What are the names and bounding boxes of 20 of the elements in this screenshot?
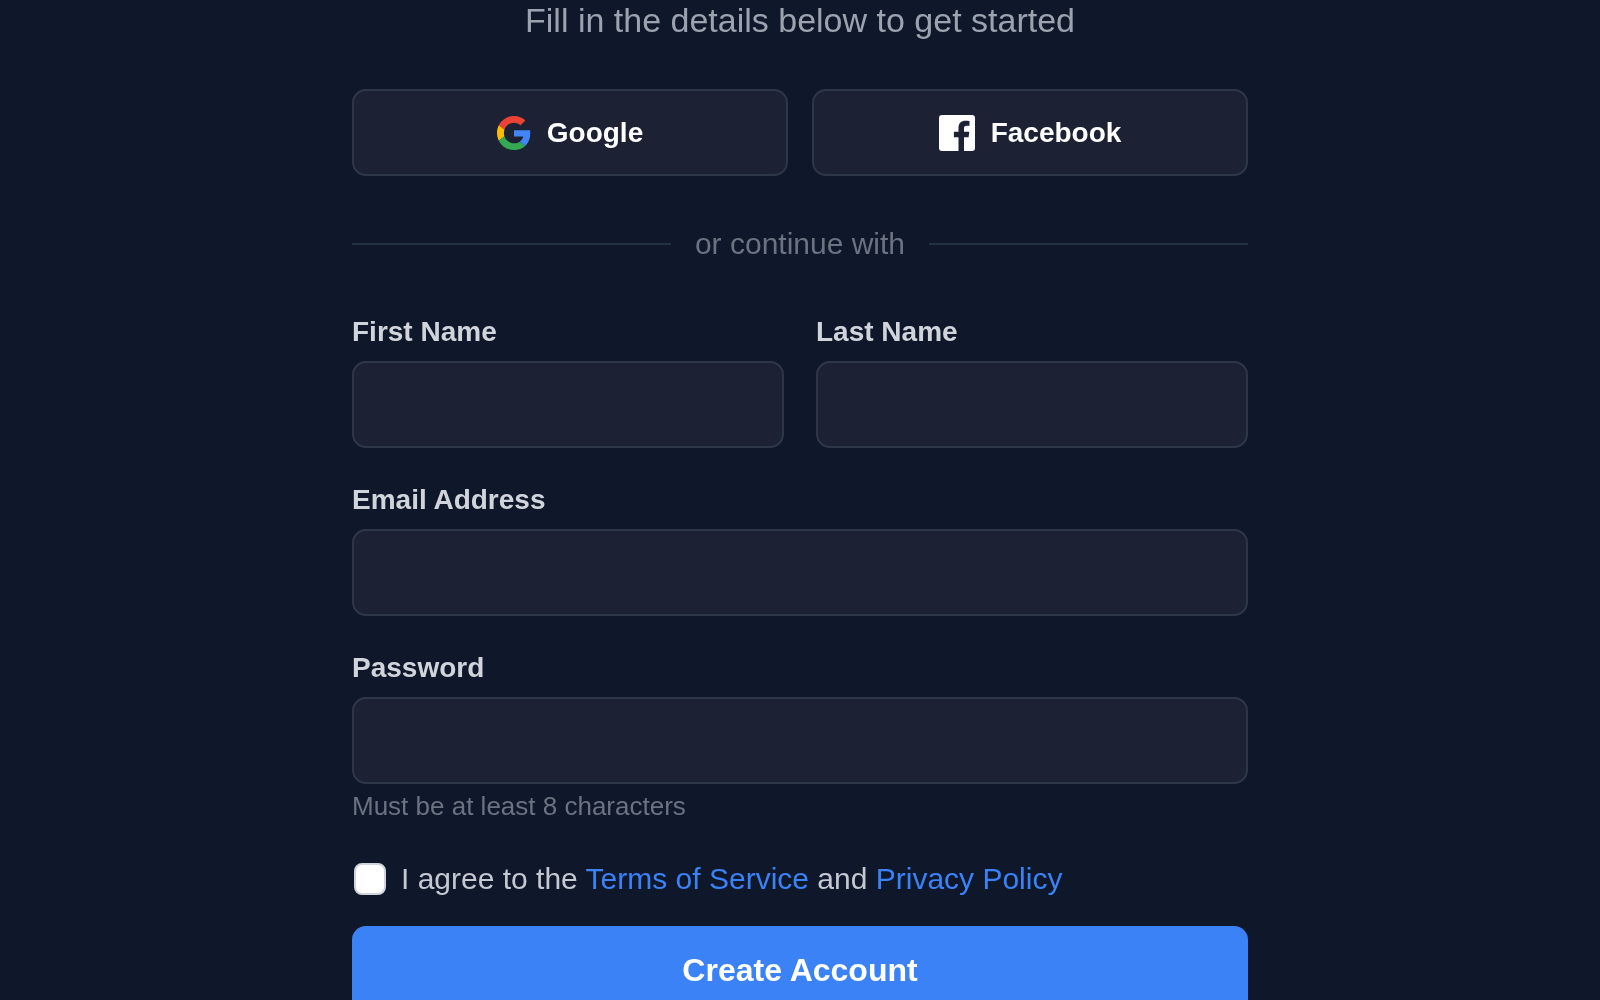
- policy-link[interactable]: Privacy Policy: [875, 862, 1063, 895]
- facebook-f-icon: [938, 114, 975, 151]
- terms-agreement-text: I agree to the Terms of Service and Privacy Policy: [401, 861, 1063, 897]
- social-login-button[interactable]: Facebook: [812, 89, 1248, 176]
- agree-checkbox[interactable]: [354, 863, 386, 895]
- field-hint: Must be at least 8 characters: [352, 790, 686, 822]
- field-label: Email Address: [352, 483, 546, 517]
- input-field[interactable]: [352, 361, 784, 448]
- social-login-button[interactable]: Google: [352, 89, 788, 176]
- create-account-button[interactable]: Create Account: [352, 926, 1248, 1000]
- field-label: First Name: [352, 315, 497, 349]
- policy-link[interactable]: Terms of Service: [585, 862, 809, 895]
- google-g-icon: [496, 115, 531, 150]
- form-subtitle: Fill in the details below to get started: [525, 0, 1075, 40]
- field-label: Last Name: [816, 315, 958, 349]
- input-field[interactable]: [352, 529, 1248, 616]
- divider-text: or continue with: [694, 226, 906, 262]
- input-field[interactable]: [816, 361, 1248, 448]
- input-field[interactable]: [352, 697, 1248, 784]
- field-label: Password: [352, 651, 485, 685]
